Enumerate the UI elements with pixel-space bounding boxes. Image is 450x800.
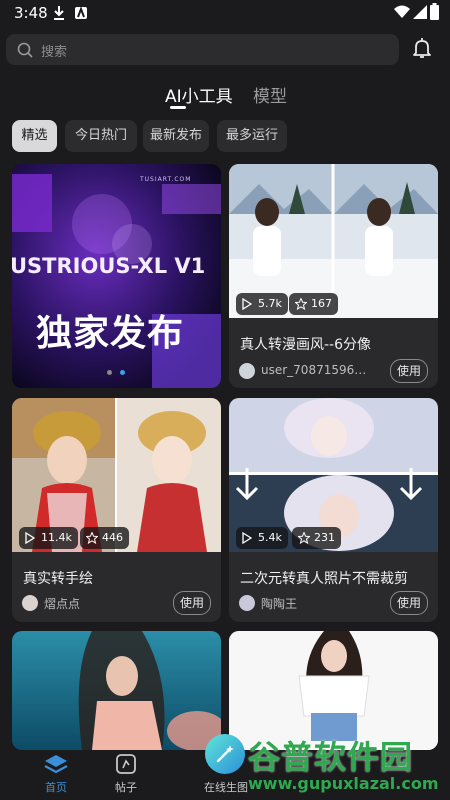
tool-card[interactable]: 11.4k 446 真实转手绘 熠点点 使用 <box>12 398 221 622</box>
play-icon <box>242 532 252 544</box>
bell-icon[interactable] <box>410 36 434 60</box>
card-title: 二次元转真人照片不需裁剪 <box>240 571 408 587</box>
nav-posts-label: 帖子 <box>115 781 137 794</box>
card-author: 陶陶王 <box>261 597 298 611</box>
star-count-badge: 167 <box>289 293 338 315</box>
nav-generate-label: 在线生图 <box>204 781 248 794</box>
star-count: 167 <box>311 297 332 310</box>
use-button[interactable]: 使用 <box>390 359 428 383</box>
tab-ai-tools[interactable]: AI小工具 <box>165 82 233 107</box>
avatar <box>239 363 255 379</box>
watermark: 谷普软件园 www.gupuxlazal.com <box>248 732 439 793</box>
carousel-dot-active <box>120 370 125 375</box>
nav-posts[interactable]: 帖子 <box>105 750 145 800</box>
star-icon <box>295 298 307 310</box>
avatar <box>239 595 255 611</box>
run-count: 5.7k <box>258 297 282 310</box>
card-title: 真实转手绘 <box>23 571 93 587</box>
nav-home[interactable]: 首页 <box>35 750 75 800</box>
posts-icon <box>116 754 136 774</box>
banner-subtitle: 独家发布 <box>36 313 185 354</box>
tab-indicator <box>170 106 186 109</box>
download-icon <box>54 6 64 20</box>
generate-fab[interactable] <box>205 734 245 774</box>
signal-icon <box>413 5 427 19</box>
tool-card[interactable]: 5.7k 167 真人转漫画风--6分像 user_7087159680... … <box>229 164 438 388</box>
nav-home-label: 首页 <box>45 781 67 794</box>
avatar <box>22 595 38 611</box>
search-placeholder: 搜索 <box>41 45 68 60</box>
carousel-dot <box>107 370 112 375</box>
chip-most-run[interactable]: 最多运行 <box>217 120 287 152</box>
play-icon <box>242 298 252 310</box>
tab-models[interactable]: 模型 <box>253 82 287 107</box>
wifi-icon <box>394 5 410 18</box>
chip-today-hot[interactable]: 今日热门 <box>65 120 137 152</box>
run-count-badge: 5.4k <box>236 527 288 549</box>
banner-headline: USTRIOUS-XL V1 <box>12 254 206 278</box>
star-count: 446 <box>102 531 123 544</box>
banner-brand: TUSIART.COM <box>140 176 192 183</box>
banner-card[interactable]: TUSIART.COM USTRIOUS-XL V1 独家发布 <box>12 164 221 388</box>
tool-card[interactable] <box>12 631 221 750</box>
run-count: 11.4k <box>41 531 72 544</box>
use-button[interactable]: 使用 <box>390 591 428 615</box>
tool-card[interactable]: 5.4k 231 二次元转真人照片不需裁剪 陶陶王 使用 <box>229 398 438 622</box>
card-author: user_7087159680... <box>261 363 373 377</box>
home-icon <box>44 755 68 774</box>
card-title: 真人转漫画风--6分像 <box>240 337 372 353</box>
battery-icon <box>430 3 439 20</box>
star-count-badge: 231 <box>292 527 341 549</box>
star-icon <box>298 532 310 544</box>
status-bar: 3:48 <box>0 0 450 28</box>
watermark-title: 谷普软件园 <box>248 738 414 776</box>
chip-featured[interactable]: 精选 <box>12 120 57 152</box>
card-thumbnail <box>12 631 221 750</box>
star-icon <box>86 532 98 544</box>
run-count: 5.4k <box>258 531 282 544</box>
card-author: 熠点点 <box>44 597 81 611</box>
top-bar: 搜索 <box>0 30 450 70</box>
magic-wand-icon <box>216 745 234 763</box>
search-input[interactable]: 搜索 <box>6 34 399 65</box>
use-button[interactable]: 使用 <box>173 591 211 615</box>
search-icon <box>17 42 33 58</box>
status-time: 3:48 <box>14 4 48 22</box>
app-notification-icon <box>75 6 87 19</box>
chip-latest[interactable]: 最新发布 <box>143 120 209 152</box>
watermark-url: www.gupuxlazal.com <box>248 774 439 793</box>
run-count-badge: 11.4k <box>19 527 78 549</box>
run-count-badge: 5.7k <box>236 293 288 315</box>
star-count: 231 <box>314 531 335 544</box>
category-tabs: AI小工具 模型 <box>0 82 450 109</box>
play-icon <box>25 532 35 544</box>
star-count-badge: 446 <box>80 527 129 549</box>
